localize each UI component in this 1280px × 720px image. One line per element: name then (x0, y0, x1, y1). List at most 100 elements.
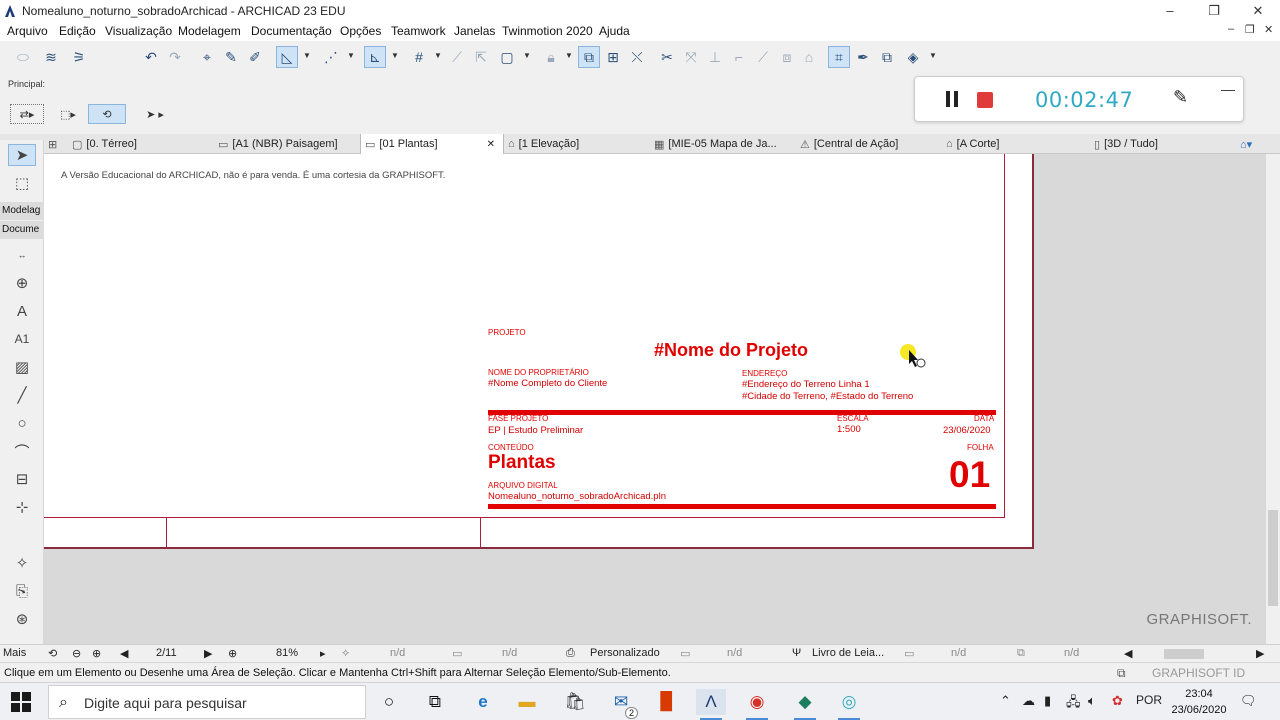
scrollbar-thumb[interactable] (1268, 510, 1278, 606)
selection-method-button[interactable]: ⇄▸ (10, 104, 44, 124)
pick-up-icon[interactable]: ✎ (220, 46, 242, 68)
hscroll-thumb[interactable] (1164, 649, 1204, 659)
navigator-icon[interactable]: ⟲ (48, 647, 57, 660)
store-icon[interactable]: 🛍︎ (560, 689, 590, 715)
menu-documentacao[interactable]: Documentação (251, 24, 332, 38)
inject-icon[interactable]: ✐ (244, 46, 266, 68)
tab-01-plantas[interactable]: ▭ [01 Plantas] ✕ (360, 134, 504, 154)
chrome-icon[interactable]: ◉ (742, 689, 772, 720)
windows-start-icon[interactable] (10, 691, 32, 713)
modeling-section-header[interactable]: Modelag (0, 202, 44, 220)
tab-terreo[interactable]: ▢ [0. Térreo] (72, 134, 137, 154)
menu-arquivo[interactable]: Arquivo (7, 24, 48, 38)
marquee-option-button[interactable]: ⬚▸ (52, 104, 84, 124)
polyline-tool-icon[interactable]: ⌒ (8, 440, 36, 462)
graphisoft-id-icon[interactable]: ⧉ (1117, 666, 1126, 681)
tab-menu-button[interactable]: ⌂▾ (1240, 134, 1252, 154)
lock-icon[interactable]: 🔒︎ (540, 46, 562, 68)
layout-canvas[interactable]: A Versão Educacional do ARCHICAD, não é … (44, 154, 1266, 644)
chevron-down-icon[interactable]: ▼ (303, 51, 311, 60)
pen-set-icon[interactable]: Ψ (792, 647, 801, 659)
find-select-icon[interactable]: ⌖ (196, 46, 218, 68)
trace-icon[interactable]: ⟋ (446, 46, 468, 68)
vertical-scrollbar[interactable] (1266, 154, 1280, 644)
onedrive-icon[interactable]: ☁ (1022, 693, 1035, 709)
pencil-icon[interactable]: ✎ (1173, 87, 1188, 108)
prev-page-icon[interactable]: ◀ (120, 647, 128, 660)
notifications-icon[interactable]: 🗨︎ (1240, 693, 1257, 709)
recording-tray-icon[interactable]: ✿ (1112, 693, 1123, 709)
adjust-icon[interactable]: ⤧ (680, 46, 702, 68)
dimension-tool-icon[interactable]: ↔ (8, 244, 36, 266)
dimension-icon[interactable]: ⊞ (602, 46, 624, 68)
line-tool-icon[interactable]: ╱ (8, 384, 36, 406)
menu-modelagem[interactable]: Modelagem (178, 24, 241, 38)
hscroll-right-icon[interactable]: ▶ (1256, 647, 1264, 660)
roof-icon[interactable]: ⌂ (798, 46, 820, 68)
menu-ajuda[interactable]: Ajuda (599, 24, 630, 38)
snap-points-icon[interactable]: ⊾ (364, 46, 386, 68)
maximize-button[interactable]: ❐ (1192, 0, 1236, 22)
dimension-style-icon[interactable]: ▭ (680, 647, 690, 660)
chevron-down-icon[interactable]: ▼ (565, 51, 573, 60)
pause-icon[interactable] (945, 91, 959, 107)
teamwork-icon[interactable]: ⬭ (12, 46, 34, 68)
guide-lines-icon[interactable]: ◺ (276, 46, 298, 68)
document-section-header[interactable]: Docume (0, 221, 44, 239)
label-tool-icon[interactable]: A1 (8, 328, 36, 350)
chevron-down-icon[interactable]: ▼ (523, 51, 531, 60)
model-view-icon[interactable]: ▭ (904, 647, 914, 660)
file-explorer-icon[interactable]: ▬ (512, 689, 542, 715)
worksheet-tool-icon[interactable]: ⊛ (8, 608, 36, 630)
drawing-tool-icon[interactable]: ⊟ (8, 468, 36, 490)
tab-corte[interactable]: ⌂ [A Corte] (946, 134, 999, 154)
cortana-icon[interactable]: ○ (374, 689, 404, 715)
grid-snap-icon[interactable]: # (408, 46, 430, 68)
custom-scale[interactable]: Personalizado (590, 647, 660, 659)
network-icon[interactable]: 🖧︎ (1066, 693, 1081, 715)
menu-teamwork[interactable]: Teamwork (391, 24, 446, 38)
archicad-taskbar-icon[interactable]: Λ (696, 689, 726, 720)
volume-icon[interactable]: 🔈︎ (1088, 693, 1096, 709)
rotate-option-button[interactable]: ⟲ (88, 104, 126, 124)
change-tool-icon[interactable]: ✧ (8, 552, 36, 574)
cursor-icon[interactable]: ⇱ (470, 46, 492, 68)
language-indicator[interactable]: POR (1136, 693, 1162, 707)
marquee-tool-icon[interactable]: ⬚ (8, 172, 36, 194)
resize-icon[interactable]: ⟋ (752, 46, 774, 68)
graphic-override-icon[interactable]: ◈ (902, 46, 924, 68)
close-button[interactable]: ✕ (1236, 0, 1280, 22)
fill-tool-icon[interactable]: ▨ (8, 356, 36, 378)
battery-icon[interactable]: ▮ (1044, 693, 1051, 709)
menu-twinmotion[interactable]: Twinmotion 2020 (502, 24, 593, 38)
pen-set-value[interactable]: Livro de Leia... (812, 647, 884, 659)
tab-elevacao[interactable]: ⌂ [1 Elevação] (508, 134, 579, 154)
undo-icon[interactable]: ↶ (140, 46, 162, 68)
marquee-icon[interactable]: ▢ (496, 46, 518, 68)
minimize-button[interactable]: – (1148, 0, 1192, 22)
menu-opcoes[interactable]: Opções (340, 24, 381, 38)
taskbar-search[interactable]: ⌕ Digite aqui para pesquisar (48, 685, 366, 719)
tab-3d-tudo[interactable]: ▯ [3D / Tudo] (1094, 134, 1158, 154)
zoom-out-icon[interactable]: ⊖ (72, 647, 81, 660)
zoom-in-icon[interactable]: ⊕ (92, 647, 101, 660)
office-icon[interactable]: ▉ (652, 689, 682, 715)
tab-mapa-janelas[interactable]: ▦ [MIE-05 Mapa de Ja... (654, 134, 777, 154)
doc-minimize-icon[interactable]: – (1228, 23, 1234, 35)
text-tool-icon[interactable]: A (8, 300, 36, 322)
3d-navigation-icon[interactable]: ⌗ (828, 46, 850, 68)
doc-restore-icon[interactable]: ❐ (1245, 23, 1255, 36)
menu-janelas[interactable]: Janelas (454, 24, 495, 38)
close-tab-icon[interactable]: ✕ (487, 139, 495, 150)
hscroll-left-icon[interactable]: ◀ (1124, 647, 1132, 660)
zoom-level[interactable]: 81% (276, 647, 298, 659)
suspend-groups-icon[interactable]: ⧉ (578, 46, 600, 68)
menu-edicao[interactable]: Edição (59, 24, 96, 38)
menu-visualizacao[interactable]: Visualização (105, 24, 172, 38)
zoom-icon[interactable]: ⊕ (228, 647, 237, 660)
doc-close-icon[interactable]: ✕ (1264, 23, 1273, 36)
snap-guides-icon[interactable]: ⋰ (320, 46, 342, 68)
hotspot-tool-icon[interactable]: ⊹ (8, 496, 36, 518)
arrow-tool-icon[interactable]: ➤ (8, 144, 36, 166)
tab-a1-paisagem[interactable]: ▭ [A1 (NBR) Paisagem] (218, 134, 338, 154)
